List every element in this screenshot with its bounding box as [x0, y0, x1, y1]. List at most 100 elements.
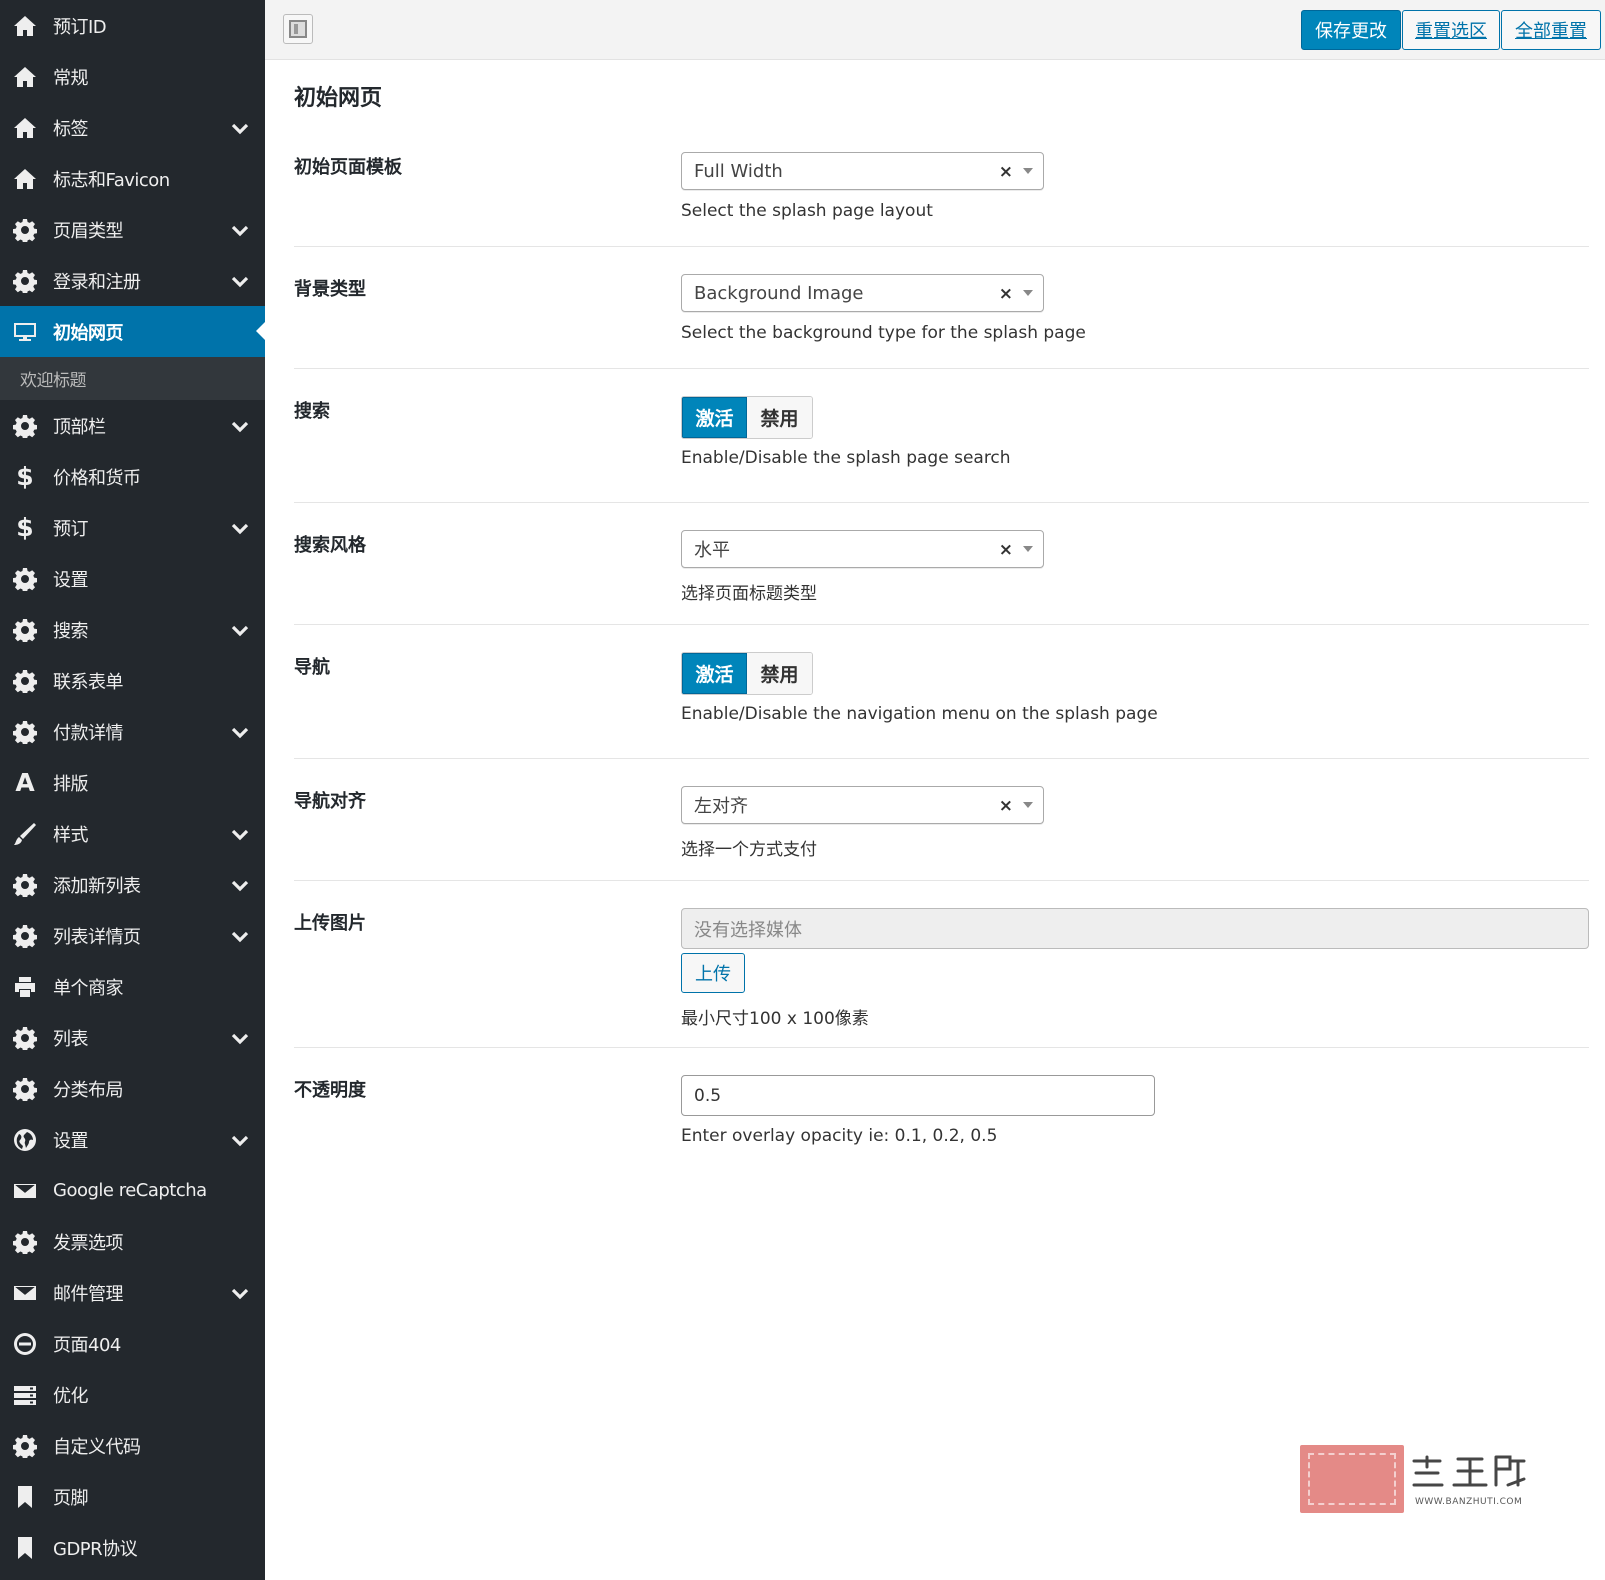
- sidebar-item[interactable]: 预订ID: [0, 0, 265, 51]
- sidebar-item[interactable]: 页眉类型: [0, 204, 265, 255]
- sidebar-subitem-welcome-title[interactable]: 欢迎标题: [0, 357, 265, 400]
- nav-align-select[interactable]: 左对齐 ×: [681, 786, 1044, 824]
- opacity-input[interactable]: 0.5: [681, 1075, 1155, 1116]
- home-icon: [12, 166, 38, 192]
- dropdown-arrow-icon[interactable]: [1023, 802, 1033, 808]
- gear-icon: [12, 923, 38, 949]
- dropdown-arrow-icon[interactable]: [1023, 168, 1033, 174]
- sidebar-item[interactable]: 列表详情页: [0, 910, 265, 961]
- chevron-down-icon[interactable]: [231, 825, 249, 841]
- sidebar-item-label: 添加新列表: [53, 875, 141, 897]
- sidebar-item[interactable]: 优化: [0, 1369, 265, 1420]
- template-select[interactable]: Full Width ×: [681, 152, 1044, 190]
- sidebar-item[interactable]: 页脚: [0, 1471, 265, 1522]
- watermark-url: WWW.BANZHUTI.COM: [1415, 1497, 1523, 1507]
- sidebar-item-label: 设置: [53, 1130, 89, 1152]
- sidebar-item[interactable]: A 排版: [0, 757, 265, 808]
- watermark-seal: [1300, 1445, 1404, 1513]
- search-toggle: 激活 禁用: [681, 396, 813, 439]
- dollar-icon: $: [16, 513, 34, 542]
- sidebar-item-label: 排版: [53, 773, 89, 795]
- sidebar-item-label: 邮件管理: [53, 1283, 124, 1305]
- nav-toggle: 激活 禁用: [681, 652, 813, 695]
- sidebar-item[interactable]: 标签: [0, 102, 265, 153]
- search-style-select[interactable]: 水平 ×: [681, 530, 1044, 568]
- chevron-down-icon[interactable]: [231, 621, 249, 637]
- chevron-down-icon[interactable]: [231, 119, 249, 135]
- sidebar-item-label: 顶部栏: [53, 416, 106, 438]
- field-row-nav: 导航 激活 禁用 Enable/Disable the navigation m…: [294, 626, 1589, 759]
- sidebar-item-label: 联系表单: [53, 671, 124, 693]
- sidebar-item[interactable]: 邮件管理: [0, 1267, 265, 1318]
- sidebar-item[interactable]: 联系表单: [0, 655, 265, 706]
- sidebar-item[interactable]: 设置: [0, 553, 265, 604]
- field-description: Enable/Disable the navigation menu on th…: [681, 704, 1158, 724]
- sidebar-item[interactable]: 列表: [0, 1012, 265, 1063]
- field-row-bg-type: 背景类型 Background Image × Select the backg…: [294, 248, 1589, 369]
- sidebar-item[interactable]: 自定义代码: [0, 1420, 265, 1471]
- chevron-down-icon[interactable]: [231, 723, 249, 739]
- sidebar-item[interactable]: 搜索: [0, 604, 265, 655]
- field-label: 搜索: [294, 401, 330, 422]
- dropdown-arrow-icon[interactable]: [1023, 290, 1033, 296]
- chevron-down-icon[interactable]: [231, 1284, 249, 1300]
- toggle-disable-button[interactable]: 禁用: [747, 653, 812, 694]
- upload-button[interactable]: 上传: [681, 953, 745, 993]
- chevron-down-icon[interactable]: [231, 876, 249, 892]
- select-value: 左对齐: [694, 796, 748, 817]
- home-icon: [12, 115, 38, 141]
- sidebar-item[interactable]: 页面404: [0, 1318, 265, 1369]
- reset-all-button[interactable]: 全部重置: [1501, 10, 1601, 50]
- sidebar-item[interactable]: 标志和Favicon: [0, 153, 265, 204]
- sidebar-item[interactable]: 初始网页: [0, 306, 265, 357]
- sidebar-item-label: Google reCaptcha: [53, 1180, 207, 1201]
- gear-icon: [12, 719, 38, 745]
- dropdown-arrow-icon[interactable]: [1023, 546, 1033, 552]
- bg-type-select[interactable]: Background Image ×: [681, 274, 1044, 312]
- sidebar-item-label: 登录和注册: [53, 271, 141, 293]
- sidebar-item[interactable]: $ 预订: [0, 502, 265, 553]
- gear-icon: [12, 1076, 38, 1102]
- sidebar-item[interactable]: 分类布局: [0, 1063, 265, 1114]
- sidebar-item[interactable]: 样式: [0, 808, 265, 859]
- clear-icon[interactable]: ×: [999, 162, 1013, 182]
- sidebar-item[interactable]: 单个商家: [0, 961, 265, 1012]
- field-row-search: 搜索 激活 禁用 Enable/Disable the splash page …: [294, 370, 1589, 503]
- toggle-enable-button[interactable]: 激活: [682, 653, 748, 694]
- home-icon: [12, 64, 38, 90]
- sidebar-item[interactable]: 设置: [0, 1114, 265, 1165]
- chevron-down-icon[interactable]: [231, 272, 249, 288]
- save-changes-button[interactable]: 保存更改: [1301, 10, 1401, 50]
- sidebar-item[interactable]: Google reCaptcha: [0, 1165, 265, 1216]
- bookmark-icon: [12, 1484, 38, 1510]
- watermark-logo: WWW.BANZHUTI.COM: [1300, 1445, 1530, 1515]
- chevron-down-icon[interactable]: [231, 1029, 249, 1045]
- sidebar-item[interactable]: 常规: [0, 51, 265, 102]
- toggle-enable-button[interactable]: 激活: [682, 397, 748, 438]
- sidebar-item[interactable]: $ 价格和货币: [0, 451, 265, 502]
- sidebar-item[interactable]: 登录和注册: [0, 255, 265, 306]
- clear-icon[interactable]: ×: [999, 284, 1013, 304]
- field-label: 初始页面模板: [294, 157, 402, 178]
- chevron-down-icon[interactable]: [231, 927, 249, 943]
- chevron-down-icon[interactable]: [231, 519, 249, 535]
- chevron-down-icon[interactable]: [231, 417, 249, 433]
- sidebar-item[interactable]: 顶部栏: [0, 400, 265, 451]
- font-icon: A: [15, 768, 35, 797]
- sidebar-item[interactable]: 添加新列表: [0, 859, 265, 910]
- sidebar-item[interactable]: 发票选项: [0, 1216, 265, 1267]
- chevron-down-icon[interactable]: [231, 221, 249, 237]
- reset-section-button[interactable]: 重置选区: [1402, 10, 1500, 50]
- sidebar-item[interactable]: 付款详情: [0, 706, 265, 757]
- field-description: 最小尺寸100 x 100像素: [681, 1009, 869, 1029]
- sidebar-item-label: 预订: [53, 518, 89, 540]
- chevron-down-icon[interactable]: [231, 1131, 249, 1147]
- sidebar-item-label: 常规: [53, 67, 89, 89]
- layout-toggle-button[interactable]: [283, 14, 313, 44]
- sidebar-item[interactable]: GDPR协议: [0, 1522, 265, 1573]
- clear-icon[interactable]: ×: [999, 796, 1013, 816]
- clear-icon[interactable]: ×: [999, 540, 1013, 560]
- sidebar-item-label: 页脚: [53, 1487, 89, 1509]
- media-url-input[interactable]: 没有选择媒体: [681, 908, 1589, 949]
- toggle-disable-button[interactable]: 禁用: [747, 397, 812, 438]
